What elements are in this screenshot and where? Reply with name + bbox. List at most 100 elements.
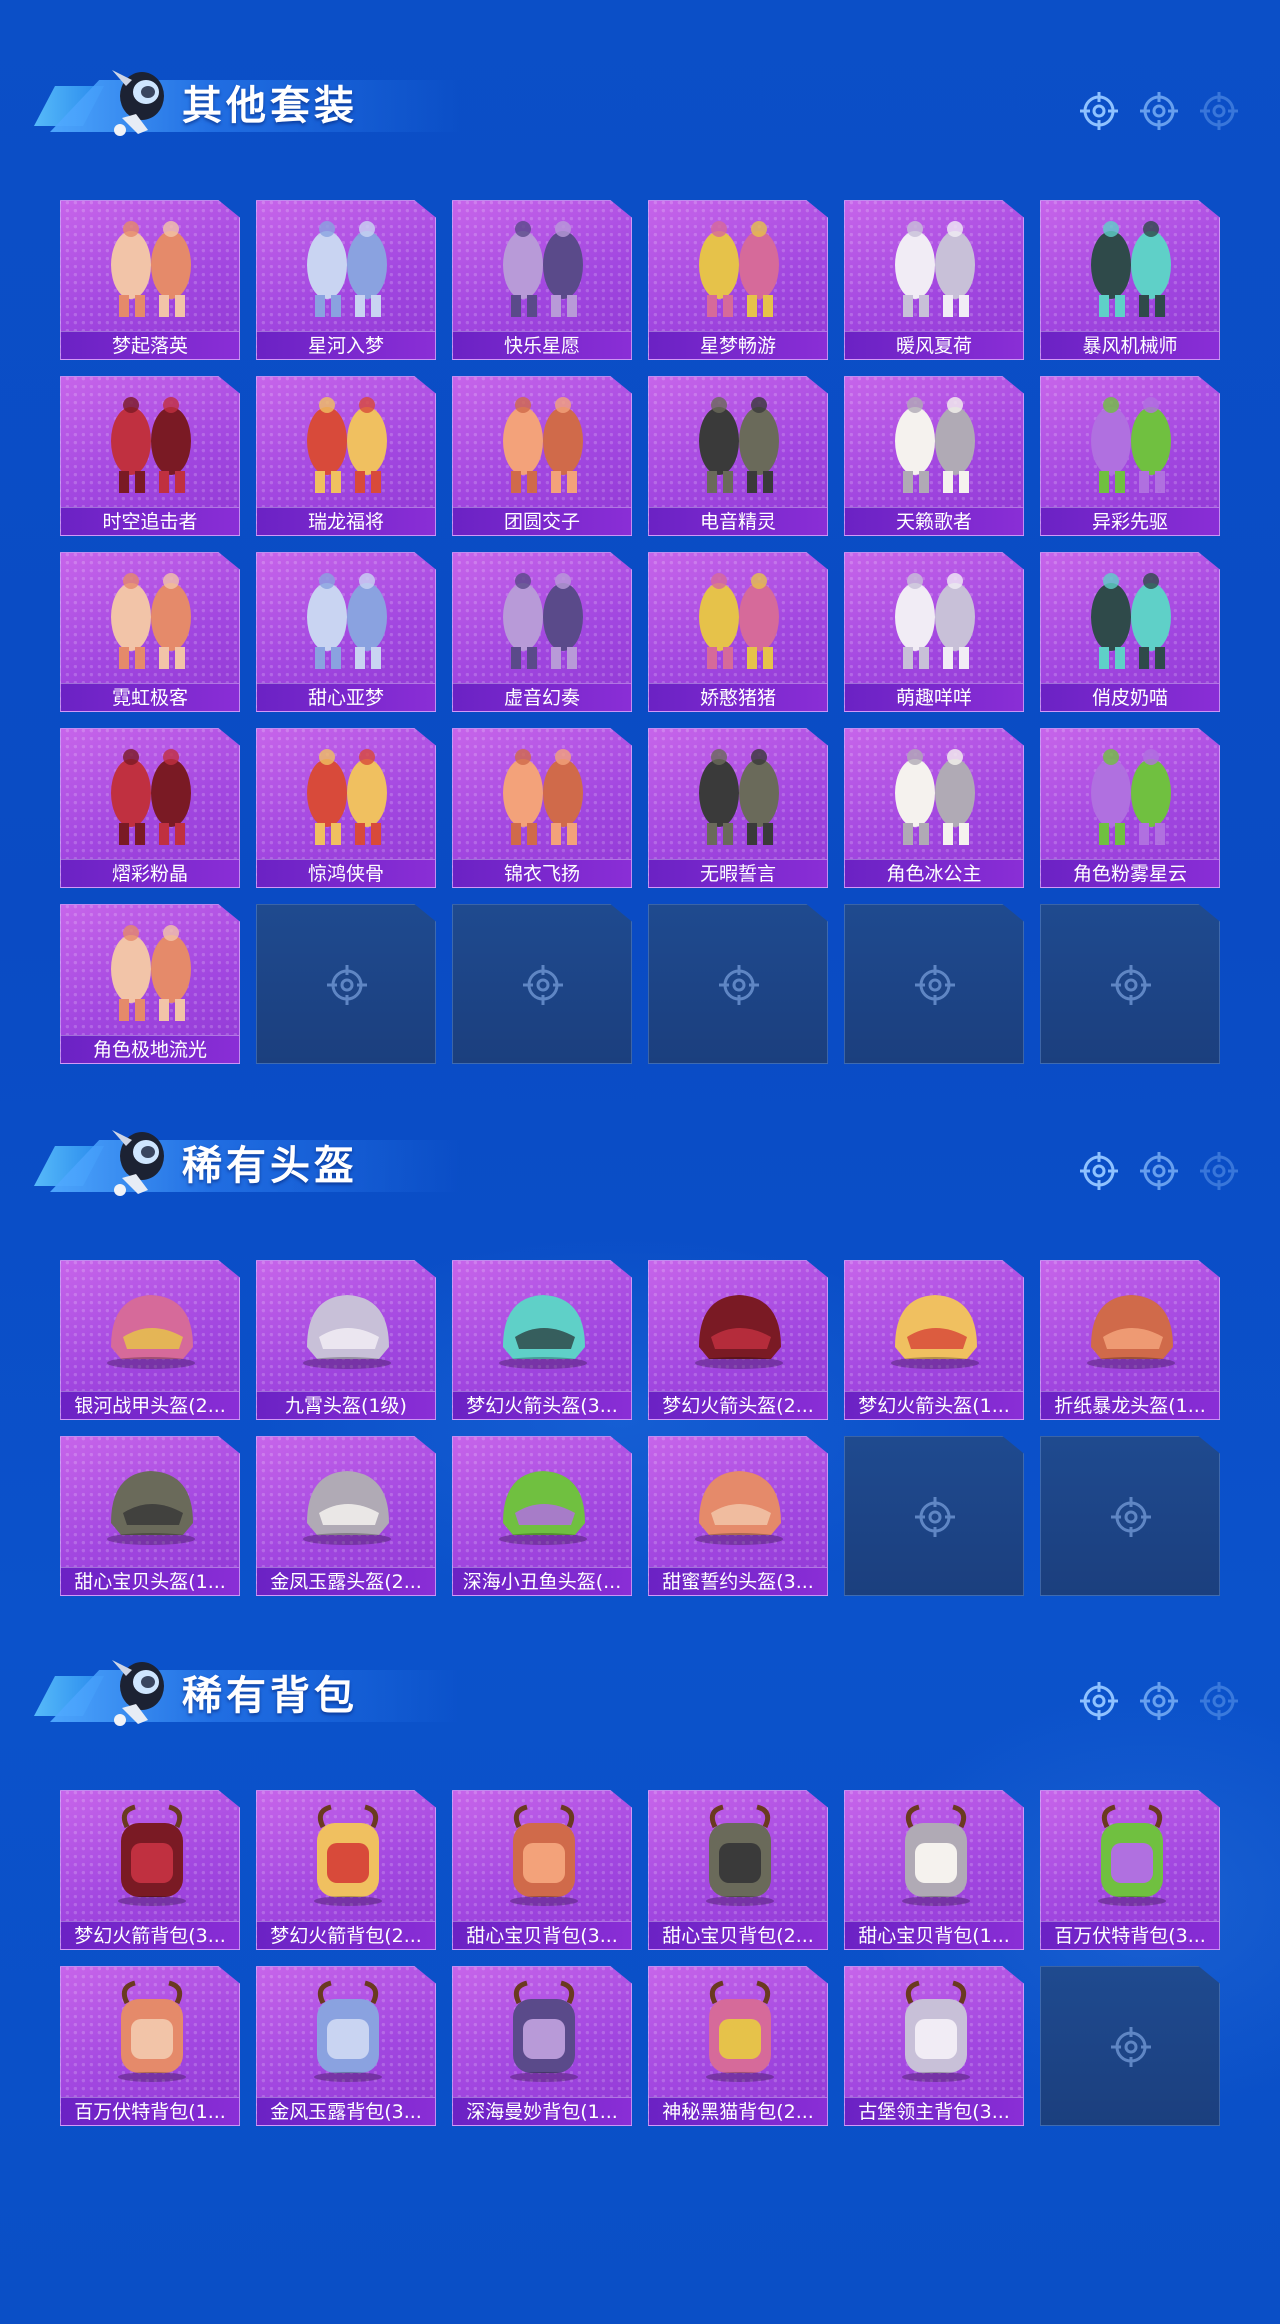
item-label: 梦起落英 [61, 331, 239, 359]
outfit-image [111, 925, 191, 1021]
item-card[interactable]: 金凤玉露头盔(2... [256, 1436, 436, 1596]
item-label: 天籁歌者 [845, 507, 1023, 535]
item-card[interactable]: 虚音幻奏 [452, 552, 632, 712]
crosshair-icon [1080, 92, 1118, 130]
item-card[interactable]: 霓虹极客 [60, 552, 240, 712]
item-label: 无暇誓言 [649, 859, 827, 887]
item-card[interactable]: 甜心宝贝头盔(1... [60, 1436, 240, 1596]
outfit-image [895, 397, 975, 493]
outfit-image [503, 397, 583, 493]
item-label: 甜心亚梦 [257, 683, 435, 711]
item-card[interactable]: 角色极地流光 [60, 904, 240, 1064]
section-helmets: 稀有头盔 银河战甲头盔(2... 九霄头盔(1级) 梦幻火箭头盔(3... 梦幻… [0, 1110, 1280, 1630]
item-label: 萌趣咩咩 [845, 683, 1023, 711]
crosshair-icon [1200, 1152, 1238, 1190]
item-card[interactable]: 电音精灵 [648, 376, 828, 536]
empty-slot [452, 904, 632, 1064]
item-card[interactable]: 时空追击者 [60, 376, 240, 536]
item-card[interactable]: 暖风夏荷 [844, 200, 1024, 360]
item-label: 虚音幻奏 [453, 683, 631, 711]
item-label: 星梦畅游 [649, 331, 827, 359]
backpack-image [510, 1804, 578, 1906]
mascot-icon [112, 1130, 164, 1196]
outfit-image [503, 221, 583, 317]
item-card[interactable]: 甜心宝贝背包(2... [648, 1790, 828, 1950]
item-card[interactable]: 梦幻火箭背包(2... [256, 1790, 436, 1950]
item-card[interactable]: 瑞龙福将 [256, 376, 436, 536]
item-card[interactable]: 天籁歌者 [844, 376, 1024, 536]
item-card[interactable]: 锦衣飞扬 [452, 728, 632, 888]
item-card[interactable]: 萌趣咩咩 [844, 552, 1024, 712]
item-card[interactable]: 九霄头盔(1级) [256, 1260, 436, 1420]
item-card[interactable]: 异彩先驱 [1040, 376, 1220, 536]
item-card[interactable]: 甜心宝贝背包(1... [844, 1790, 1024, 1950]
item-card[interactable]: 快乐星愿 [452, 200, 632, 360]
item-card[interactable]: 折纸暴龙头盔(1... [1040, 1260, 1220, 1420]
item-card[interactable]: 角色粉雾星云 [1040, 728, 1220, 888]
item-label: 银河战甲头盔(2... [61, 1391, 239, 1419]
item-card[interactable]: 甜蜜誓约头盔(3... [648, 1436, 828, 1596]
item-card[interactable]: 深海曼妙背包(1... [452, 1966, 632, 2126]
outfit-image [111, 573, 191, 669]
item-card[interactable]: 梦幻火箭背包(3... [60, 1790, 240, 1950]
item-label: 甜蜜誓约头盔(3... [649, 1567, 827, 1595]
section-title: 稀有背包 [182, 1673, 358, 1719]
item-card[interactable]: 深海小丑鱼头盔(... [452, 1436, 632, 1596]
item-label: 时空追击者 [61, 507, 239, 535]
item-label: 梦幻火箭背包(2... [257, 1921, 435, 1949]
section-header: 稀有背包 [30, 1640, 460, 1732]
item-label: 电音精灵 [649, 507, 827, 535]
item-label: 梦幻火箭头盔(1... [845, 1391, 1023, 1419]
outfit-image [1091, 573, 1171, 669]
backpack-image [118, 1804, 186, 1906]
item-card[interactable]: 甜心亚梦 [256, 552, 436, 712]
empty-slot [256, 904, 436, 1064]
item-card[interactable]: 梦起落英 [60, 200, 240, 360]
helmet-image [107, 1295, 195, 1369]
item-card[interactable]: 熠彩粉晶 [60, 728, 240, 888]
item-card[interactable]: 梦幻火箭头盔(1... [844, 1260, 1024, 1420]
outfit-image [1091, 749, 1171, 845]
section-title: 其他套装 [182, 83, 358, 129]
item-label: 百万伏特背包(3... [1041, 1921, 1219, 1949]
decor-targets [1078, 1680, 1240, 1722]
item-card[interactable]: 梦幻火箭头盔(2... [648, 1260, 828, 1420]
item-label: 甜心宝贝背包(3... [453, 1921, 631, 1949]
item-card[interactable]: 团圆交子 [452, 376, 632, 536]
section-outfits: 其他套装 梦起落英 星河入梦 快乐星愿 星梦畅游 暖风夏荷 暴风机械师 时空追击… [0, 50, 1280, 1070]
item-label: 熠彩粉晶 [61, 859, 239, 887]
crosshair-icon [1200, 1682, 1238, 1720]
item-card[interactable]: 角色冰公主 [844, 728, 1024, 888]
decor-targets [1078, 1150, 1240, 1192]
item-card[interactable]: 甜心宝贝背包(3... [452, 1790, 632, 1950]
backpack-image [902, 1980, 970, 2082]
outfit-image [307, 397, 387, 493]
item-card[interactable]: 星河入梦 [256, 200, 436, 360]
item-card[interactable]: 惊鸿侠骨 [256, 728, 436, 888]
item-card[interactable]: 俏皮奶喵 [1040, 552, 1220, 712]
crosshair-icon [1080, 1152, 1118, 1190]
outfit-image [699, 749, 779, 845]
item-card[interactable]: 金风玉露背包(3... [256, 1966, 436, 2126]
item-card[interactable]: 古堡领主背包(3... [844, 1966, 1024, 2126]
item-card[interactable]: 百万伏特背包(1... [60, 1966, 240, 2126]
item-card[interactable]: 无暇誓言 [648, 728, 828, 888]
outfit-image [1091, 397, 1171, 493]
item-card[interactable]: 百万伏特背包(3... [1040, 1790, 1220, 1950]
backpack-image [118, 1980, 186, 2082]
section-header: 稀有头盔 [30, 1110, 460, 1202]
item-label: 瑞龙福将 [257, 507, 435, 535]
crosshair-icon [523, 965, 563, 1005]
item-card[interactable]: 梦幻火箭头盔(3... [452, 1260, 632, 1420]
item-card[interactable]: 暴风机械师 [1040, 200, 1220, 360]
item-card[interactable]: 星梦畅游 [648, 200, 828, 360]
item-card[interactable]: 神秘黑猫背包(2... [648, 1966, 828, 2126]
outfit-image [699, 397, 779, 493]
item-card[interactable]: 银河战甲头盔(2... [60, 1260, 240, 1420]
crosshair-icon [719, 965, 759, 1005]
item-grid: 梦起落英 星河入梦 快乐星愿 星梦畅游 暖风夏荷 暴风机械师 时空追击者 瑞龙福… [60, 200, 1220, 1064]
outfit-image [503, 573, 583, 669]
item-label: 百万伏特背包(1... [61, 2097, 239, 2125]
item-card[interactable]: 娇憨猪猪 [648, 552, 828, 712]
backpack-image [314, 1804, 382, 1906]
